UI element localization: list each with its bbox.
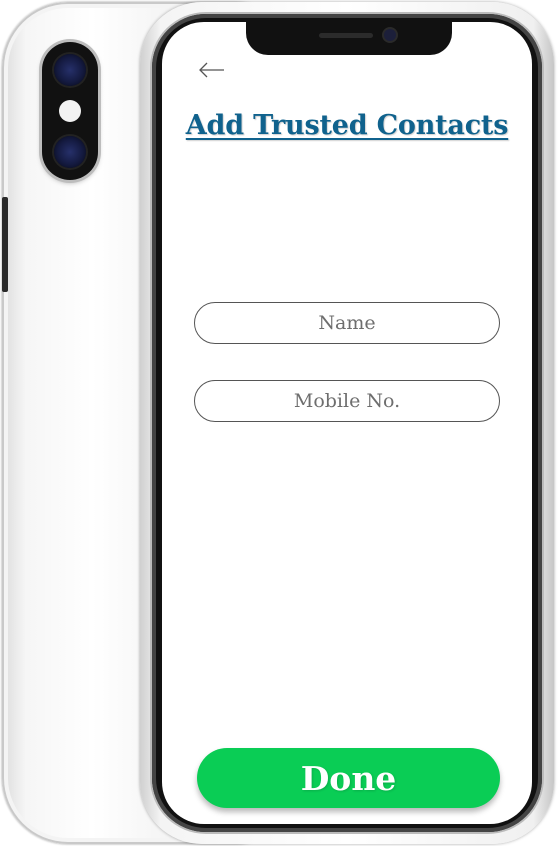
notch bbox=[246, 22, 452, 55]
app-screen: Add Trusted Contacts Done bbox=[162, 22, 532, 824]
camera-lens bbox=[54, 54, 86, 86]
name-input[interactable] bbox=[194, 302, 500, 344]
arrow-left-icon bbox=[199, 62, 224, 78]
phone-front-view: Add Trusted Contacts Done bbox=[140, 2, 554, 844]
antenna-band bbox=[2, 197, 8, 292]
device-mockup: Add Trusted Contacts Done bbox=[0, 0, 558, 846]
camera-flash bbox=[59, 100, 81, 122]
page-title: Add Trusted Contacts bbox=[185, 110, 509, 141]
done-button[interactable]: Done bbox=[197, 748, 500, 808]
rear-camera-module bbox=[42, 42, 98, 180]
camera-lens bbox=[54, 136, 86, 168]
front-camera bbox=[384, 29, 396, 41]
back-button[interactable] bbox=[196, 58, 226, 82]
mobile-number-input[interactable] bbox=[194, 380, 500, 422]
earpiece-speaker bbox=[319, 33, 373, 38]
